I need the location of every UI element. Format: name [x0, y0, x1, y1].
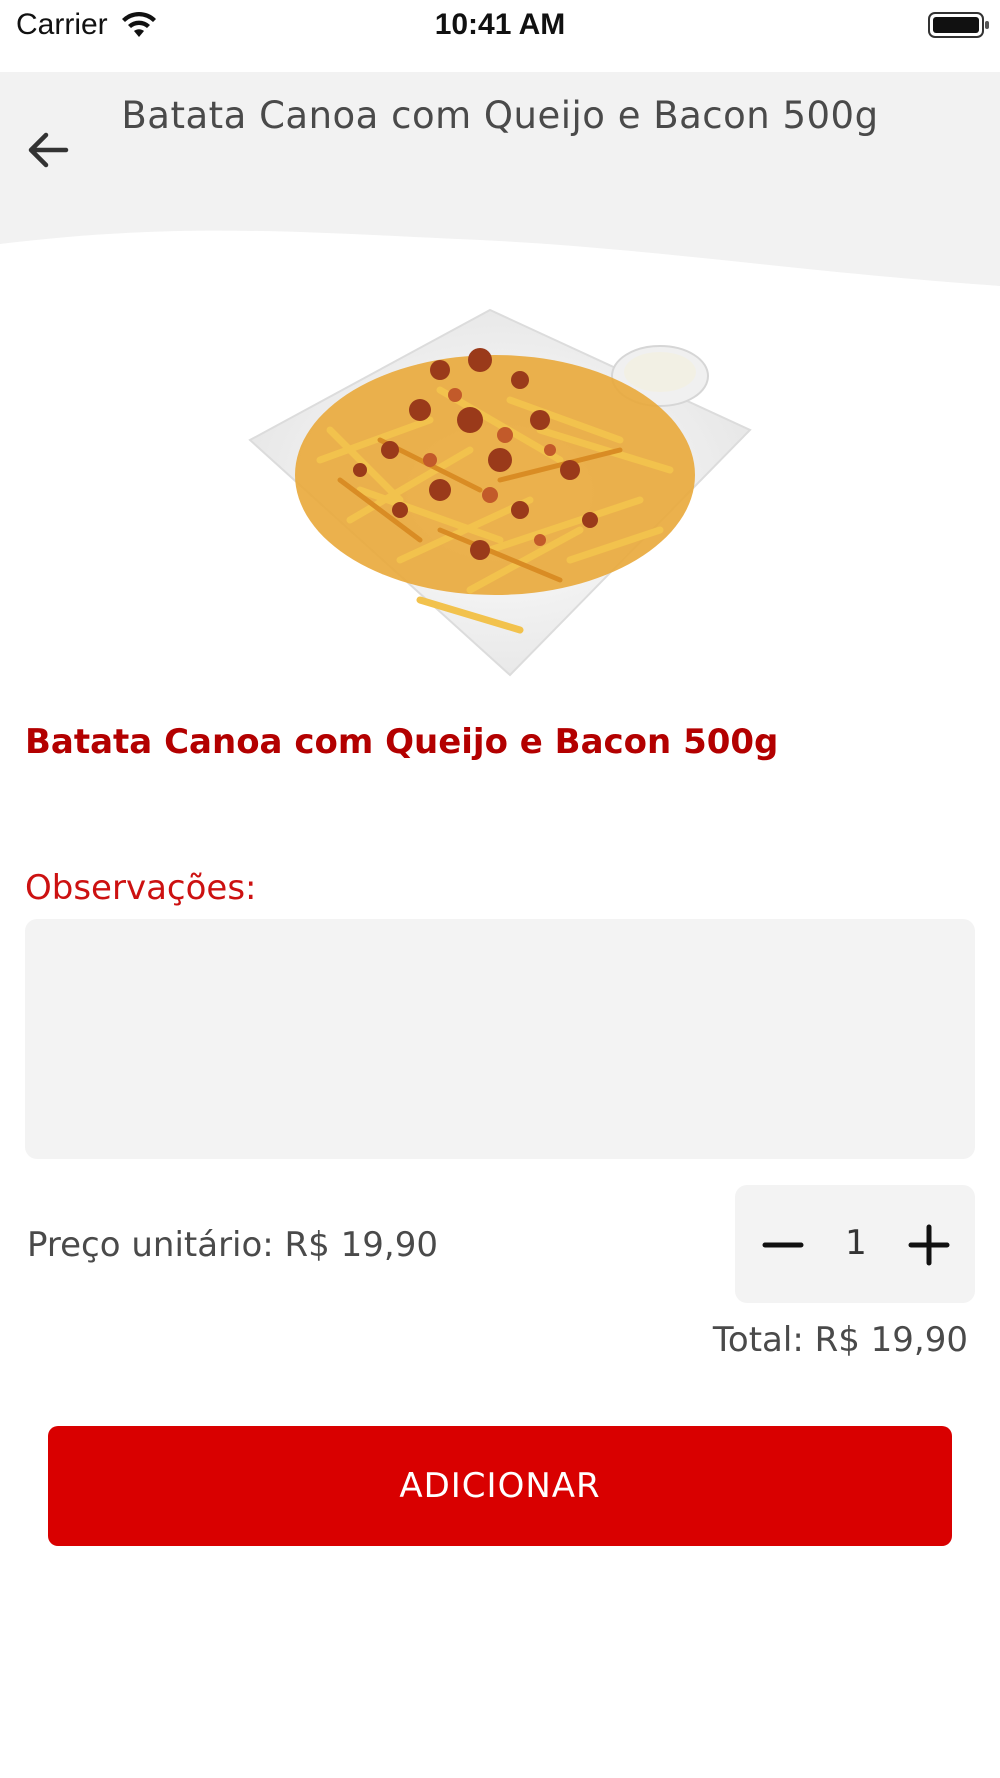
header: Batata Canoa com Queijo e Bacon 500g — [0, 72, 1000, 302]
product-name: Batata Canoa com Queijo e Bacon 500g — [25, 722, 779, 762]
increase-quantity-button[interactable] — [901, 1217, 957, 1273]
total-price: Total: R$ 19,90 — [712, 1320, 968, 1360]
observations-label: Observações: — [25, 868, 257, 908]
unit-price: Preço unitário: R$ 19,90 — [27, 1225, 438, 1265]
quantity-value: 1 — [845, 1223, 867, 1263]
clock-time: 10:41 AM — [434, 8, 566, 41]
page-title: Batata Canoa com Queijo e Bacon 500g — [121, 94, 879, 137]
add-to-cart-button[interactable]: ADICIONAR — [48, 1426, 952, 1546]
observations-field[interactable] — [25, 919, 975, 1159]
minus-icon — [762, 1242, 804, 1248]
decrease-quantity-button[interactable] — [755, 1217, 811, 1273]
status-bar: Carrier 10:41 AM — [0, 0, 1000, 72]
product-image — [248, 308, 752, 677]
plus-icon — [908, 1224, 950, 1266]
quantity-stepper: 1 — [735, 1185, 975, 1303]
battery-icon — [928, 12, 989, 38]
